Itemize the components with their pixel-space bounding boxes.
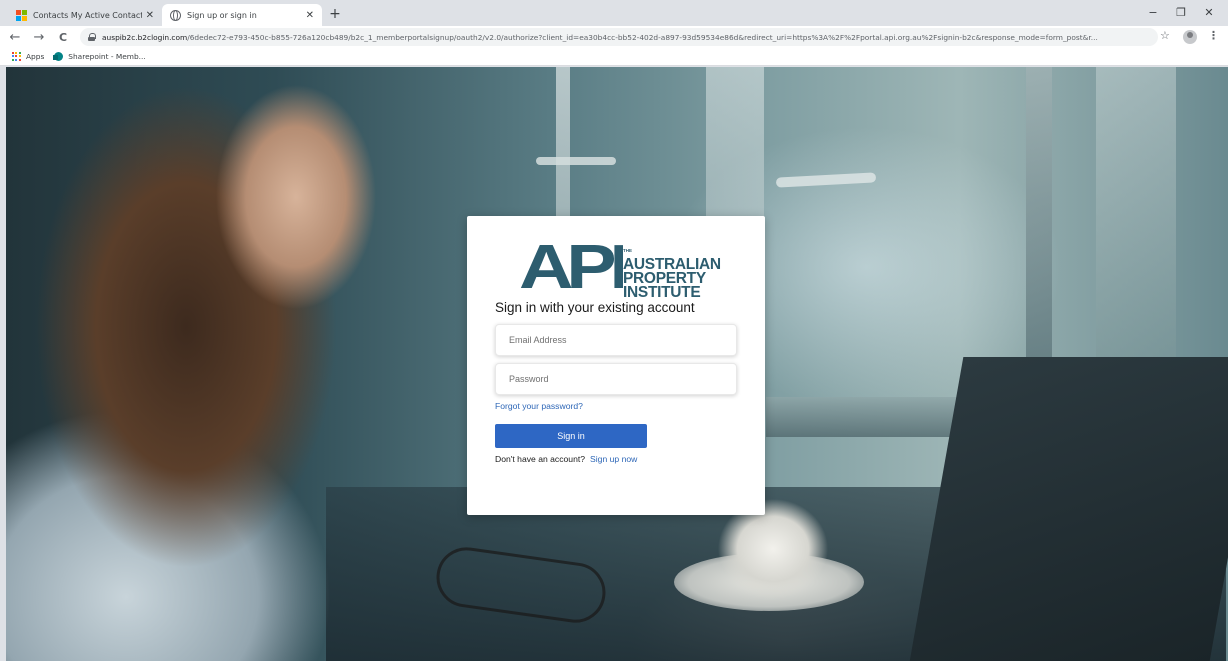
url-path: /6dedec72-e793-450c-b855-726a120cb489/b2… xyxy=(187,32,1098,42)
logo-line-3: INSTITUTE xyxy=(623,284,701,301)
no-account-text: Don't have an account? xyxy=(495,454,586,464)
sign-in-card: API THEAUSTRALIAN PROPERTY INSTITUTE Sig… xyxy=(467,216,765,515)
lock-icon[interactable] xyxy=(88,33,96,41)
api-logo-letters: API xyxy=(519,238,623,290)
minimize-icon[interactable]: − xyxy=(1140,2,1166,22)
email-field[interactable] xyxy=(495,324,737,356)
person-face xyxy=(176,77,396,337)
sign-in-heading: Sign in with your existing account xyxy=(495,300,695,315)
browser-menu-icon[interactable]: ⋮ xyxy=(1208,29,1219,42)
laptop xyxy=(908,357,1228,661)
profile-avatar-icon[interactable] xyxy=(1183,30,1197,44)
tab-sign-in[interactable]: Sign up or sign in ✕ xyxy=(162,4,322,26)
api-logo: API THEAUSTRALIAN PROPERTY INSTITUTE xyxy=(519,238,721,300)
restore-icon[interactable]: ❐ xyxy=(1168,2,1194,22)
forgot-password-link[interactable]: Forgot your password? xyxy=(495,401,583,411)
browser-toolbar: ← → C auspib2c.b2clogin.com/6dedec72-e79… xyxy=(0,26,1228,48)
bookmark-label: Sharepoint - Memb... xyxy=(68,52,146,61)
close-tab-icon[interactable]: ✕ xyxy=(146,10,154,21)
sign-up-row: Don't have an account? Sign up now xyxy=(495,454,637,464)
close-tab-icon[interactable]: ✕ xyxy=(306,10,314,21)
sign-in-button[interactable]: Sign in xyxy=(495,424,647,448)
logo-the: THE xyxy=(623,247,632,253)
window-controls: − ❐ ✕ xyxy=(1140,2,1222,22)
tab-title: Contacts My Active Contacts - M xyxy=(33,10,142,20)
bookmark-label: Apps xyxy=(26,52,45,61)
logo-wordmark: THEAUSTRALIAN PROPERTY INSTITUTE xyxy=(623,244,721,301)
reload-icon[interactable]: C xyxy=(54,28,72,46)
door-handle xyxy=(775,172,877,188)
globe-icon xyxy=(170,9,181,21)
browser-tab-strip: Contacts My Active Contacts - M ✕ Sign u… xyxy=(0,0,1228,26)
new-tab-button[interactable]: + xyxy=(326,5,344,23)
close-window-icon[interactable]: ✕ xyxy=(1196,2,1222,22)
back-arrow-icon[interactable]: ← xyxy=(6,28,24,46)
sign-up-link[interactable]: Sign up now xyxy=(590,454,637,464)
api-logo-mark: API xyxy=(519,238,623,290)
password-field[interactable] xyxy=(495,363,737,395)
apps-grid-icon xyxy=(12,52,21,61)
door-handle xyxy=(536,157,616,165)
bookmark-star-icon[interactable]: ☆ xyxy=(1160,29,1170,42)
bookmarks-bar: Apps Sharepoint - Memb... xyxy=(0,48,1228,66)
url-host: auspib2c.b2clogin.com xyxy=(102,32,188,42)
forward-arrow-icon[interactable]: → xyxy=(30,28,48,46)
address-bar[interactable]: auspib2c.b2clogin.com/6dedec72-e793-450c… xyxy=(80,28,1158,46)
bookmark-sharepoint[interactable]: Sharepoint - Memb... xyxy=(53,52,146,61)
window-frame xyxy=(1096,67,1176,367)
tab-title: Sign up or sign in xyxy=(187,10,257,20)
sharepoint-icon xyxy=(53,52,64,61)
microsoft-icon xyxy=(16,9,27,21)
tab-contacts[interactable]: Contacts My Active Contacts - M ✕ xyxy=(8,4,162,26)
bookmark-apps[interactable]: Apps xyxy=(12,52,44,61)
